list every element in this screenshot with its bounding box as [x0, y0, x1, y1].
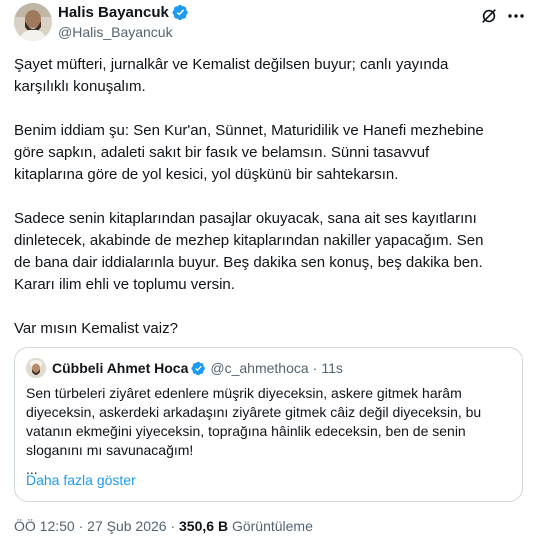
quoted-tweet-text: Sen türbeleri ziyâret edenlere müşrik di… — [26, 384, 516, 479]
tweet-line: dinletecek, akabinde de mezhep kitapları… — [14, 232, 484, 249]
show-more-link[interactable]: Daha fazla göster — [26, 472, 136, 488]
quoted-tweet[interactable]: Cübbeli Ahmet Hoca @c_ahmethoca · 11s Se… — [14, 347, 523, 502]
quoted-time: 11s — [321, 360, 343, 376]
quoted-line: vatanın ekmeğini yiyeceksin, toprağına h… — [26, 423, 466, 439]
tweet-paragraph: Var mısın Kemalist vaiz? — [14, 318, 519, 340]
more-horizontal-icon[interactable] — [506, 7, 526, 25]
tweet-footer: ÖÖ 12:50 · 27 Şub 2026 · 350,6 B Görüntü… — [14, 518, 313, 534]
post-date[interactable]: 27 Şub 2026 — [87, 518, 166, 534]
tweet-line: Var mısın Kemalist vaiz? — [14, 320, 178, 337]
quoted-author-name: Cübbeli Ahmet Hoca — [52, 360, 189, 376]
footer-separator: · — [78, 518, 84, 534]
grok-icon[interactable] — [480, 7, 498, 25]
tweet-header: Halis Bayancuk @Halis_Bayancuk — [14, 3, 526, 43]
tweet-line: de bana dair iddialarınla buyur. Beş dak… — [14, 254, 483, 271]
quoted-author-handle: @c_ahmethoca — [210, 360, 309, 376]
author-avatar[interactable] — [14, 3, 52, 41]
author-handle[interactable]: @Halis_Bayancuk — [58, 24, 173, 40]
tweet-line: Sadece senin kitaplarından pasajlar okuy… — [14, 210, 477, 227]
quoted-line: sloganını mı savunacağım! — [26, 442, 194, 458]
quoted-line: diyeceksin, askerdeki arkadaşını ziyâret… — [26, 404, 482, 420]
quoted-line: Sen türbeleri ziyâret edenlere müşrik di… — [26, 385, 462, 401]
verified-badge-icon — [172, 4, 188, 21]
verified-badge-icon — [191, 361, 206, 375]
tweet-line: karşılıklı konuşalım. — [14, 78, 146, 95]
tweet-paragraph: Benim iddiam şu: Sen Kur'an, Sünnet, Mat… — [14, 120, 519, 186]
tweet-line: kitaplarına göre de yol kesici, yol düşk… — [14, 166, 399, 183]
author-name[interactable]: Halis Bayancuk — [58, 4, 169, 21]
tweet-line: Şayet müfteri, jurnalkâr ve Kemalist değ… — [14, 56, 449, 73]
tweet-line: Kararı ilim ehli ve toplumu versin. — [14, 276, 235, 293]
tweet-line: Benim iddiam şu: Sen Kur'an, Sünnet, Mat… — [14, 122, 484, 139]
tweet-paragraph: Sadece senin kitaplarından pasajlar okuy… — [14, 208, 519, 296]
quoted-author-avatar — [26, 358, 46, 378]
quoted-separator: · — [312, 360, 318, 376]
views-count: 350,6 B — [179, 518, 229, 534]
footer-separator: · — [170, 518, 176, 534]
post-time[interactable]: ÖÖ 12:50 — [14, 518, 75, 534]
tweet-paragraph: Şayet müfteri, jurnalkâr ve Kemalist değ… — [14, 54, 519, 98]
tweet-line: göre sapkın, adaleti sakıt bir fasık ve … — [14, 144, 430, 161]
quoted-tweet-header: Cübbeli Ahmet Hoca @c_ahmethoca · 11s — [26, 358, 343, 378]
tweet-text: Şayet müfteri, jurnalkâr ve Kemalist değ… — [14, 54, 519, 362]
views-label: Görüntüleme — [231, 518, 313, 534]
